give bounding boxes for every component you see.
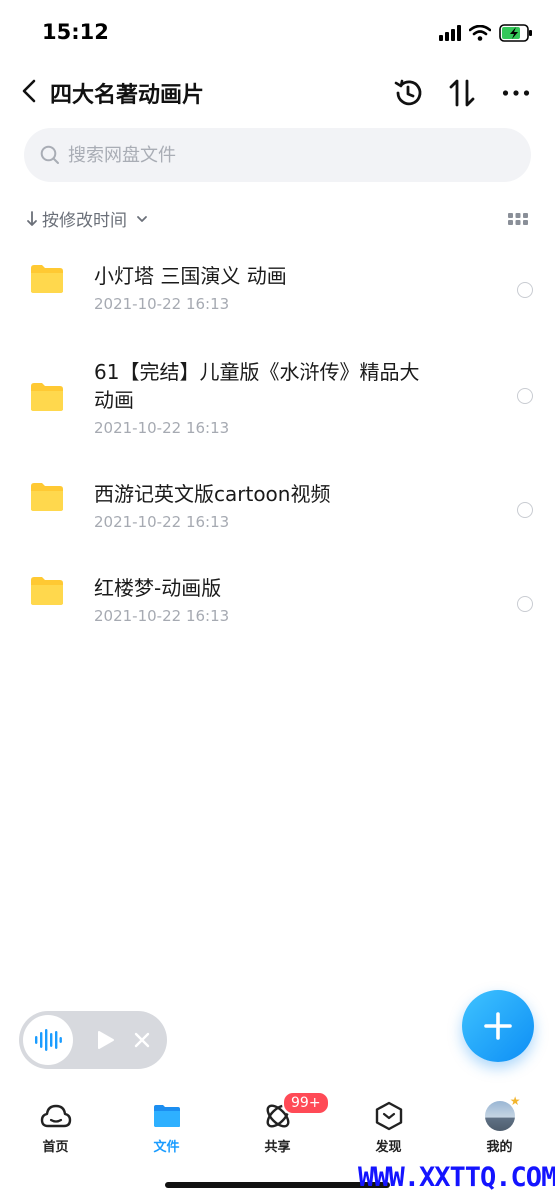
file-name: 小灯塔 三国演义 动画 bbox=[94, 264, 287, 288]
select-checkbox[interactable] bbox=[517, 596, 533, 612]
play-icon bbox=[98, 1031, 114, 1049]
folder-icon bbox=[31, 577, 63, 605]
tab-home[interactable]: 首页 bbox=[0, 1086, 111, 1166]
folder-icon bbox=[151, 1100, 183, 1132]
select-checkbox[interactable] bbox=[517, 282, 533, 298]
search-input[interactable] bbox=[68, 144, 488, 166]
file-date: 2021-10-22 16:13 bbox=[94, 513, 230, 531]
grid-icon bbox=[508, 213, 528, 225]
tab-label: 发现 bbox=[375, 1140, 402, 1155]
select-checkbox[interactable] bbox=[517, 388, 533, 404]
tab-label: 首页 bbox=[42, 1140, 69, 1155]
close-icon bbox=[134, 1032, 150, 1048]
avatar: ★ bbox=[484, 1094, 521, 1131]
file-date: 2021-10-22 16:13 bbox=[94, 295, 230, 313]
file-item[interactable]: 西游记英文版cartoon视频 2021-10-22 16:13 bbox=[0, 458, 555, 552]
tab-label: 我的 bbox=[486, 1140, 513, 1155]
status-time: 15:12 bbox=[42, 20, 109, 44]
nav-actions bbox=[391, 76, 533, 110]
history-icon bbox=[394, 79, 422, 106]
page-title: 四大名著动画片 bbox=[50, 83, 205, 108]
nav-bar: 四大名著动画片 bbox=[0, 64, 555, 120]
tab-bar: 首页 文件 共享 99+ 发现 ★ 我的 bbox=[0, 1086, 555, 1166]
sort-button[interactable] bbox=[445, 76, 479, 110]
search-icon bbox=[40, 145, 59, 164]
chevron-left-icon bbox=[22, 79, 36, 103]
audio-wave-icon bbox=[35, 1029, 62, 1051]
tab-files[interactable]: 文件 bbox=[111, 1086, 222, 1166]
file-name: 红楼梦-动画版 bbox=[94, 576, 222, 600]
folder-icon bbox=[31, 265, 63, 293]
file-list: 小灯塔 三国演义 动画 2021-10-22 16:13 61【完结】儿童版《水… bbox=[0, 240, 555, 646]
sort-arrows-icon bbox=[449, 79, 475, 107]
file-date: 2021-10-22 16:13 bbox=[94, 607, 230, 625]
back-button[interactable] bbox=[14, 76, 44, 106]
select-checkbox[interactable] bbox=[517, 502, 533, 518]
file-item[interactable]: 61【完结】儿童版《水浒传》精品大动画 2021-10-22 16:13 bbox=[0, 340, 555, 458]
wifi-icon bbox=[469, 25, 491, 41]
plus-icon bbox=[484, 1012, 512, 1040]
file-name: 61【完结】儿童版《水浒传》精品大动画 bbox=[94, 360, 420, 412]
file-item[interactable]: 小灯塔 三国演义 动画 2021-10-22 16:13 bbox=[0, 240, 555, 340]
more-dots-icon bbox=[502, 90, 530, 96]
play-button[interactable] bbox=[95, 1029, 117, 1051]
signal-icon bbox=[439, 25, 461, 41]
add-button[interactable] bbox=[462, 990, 534, 1062]
tab-me[interactable]: ★ 我的 bbox=[444, 1086, 555, 1166]
sort-by-modified-button[interactable]: 按修改时间 bbox=[26, 206, 149, 231]
status-bar: 15:12 bbox=[0, 0, 555, 64]
search-bar[interactable] bbox=[24, 128, 531, 182]
status-icons bbox=[439, 22, 533, 44]
more-button[interactable] bbox=[499, 76, 533, 110]
sort-row: 按修改时间 bbox=[0, 200, 555, 236]
file-name: 西游记英文版cartoon视频 bbox=[94, 482, 331, 506]
arrow-down-icon bbox=[27, 210, 37, 226]
tab-label: 文件 bbox=[153, 1140, 180, 1155]
watermark-text: WWW.XXTTQ.COM bbox=[358, 1162, 555, 1193]
file-item[interactable]: 红楼梦-动画版 2021-10-22 16:13 bbox=[0, 552, 555, 646]
tab-share[interactable]: 共享 99+ bbox=[222, 1086, 333, 1166]
folder-icon bbox=[31, 483, 63, 511]
chevron-down-icon bbox=[137, 215, 147, 222]
battery-charging-icon bbox=[499, 24, 532, 42]
file-date: 2021-10-22 16:13 bbox=[94, 419, 230, 437]
crown-icon: ★ bbox=[509, 1094, 521, 1108]
tab-label: 共享 bbox=[264, 1140, 291, 1155]
audio-wave-button[interactable] bbox=[23, 1015, 73, 1065]
discover-cube-icon bbox=[373, 1100, 405, 1132]
audio-player-pill[interactable] bbox=[19, 1011, 167, 1069]
cloud-icon bbox=[40, 1100, 72, 1132]
home-indicator bbox=[165, 1182, 390, 1188]
tab-discover[interactable]: 发现 bbox=[333, 1086, 444, 1166]
folder-icon bbox=[31, 383, 63, 411]
close-player-button[interactable] bbox=[131, 1029, 153, 1051]
sort-label: 按修改时间 bbox=[42, 211, 127, 231]
notification-badge: 99+ bbox=[282, 1091, 330, 1115]
grid-view-button[interactable] bbox=[507, 208, 529, 230]
history-button[interactable] bbox=[391, 76, 425, 110]
